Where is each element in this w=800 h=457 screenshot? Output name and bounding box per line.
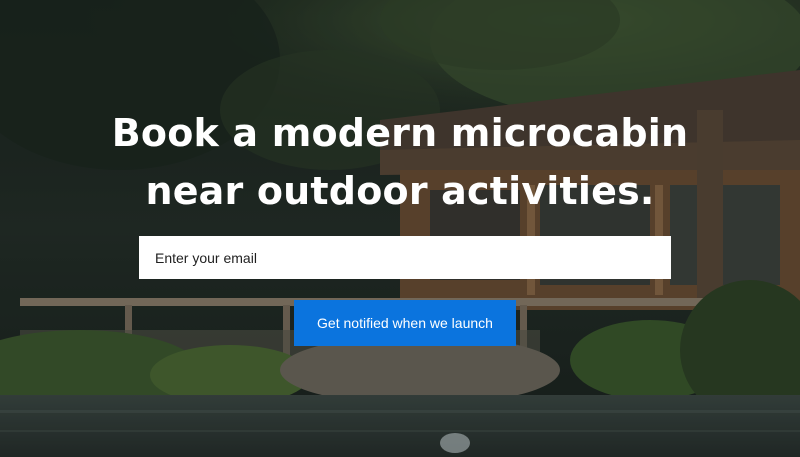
get-notified-button[interactable]: Get notified when we launch <box>294 300 516 346</box>
headline-line-1: Book a modern microcabin <box>111 111 689 155</box>
email-input[interactable] <box>139 236 671 279</box>
hero-overlay <box>0 0 800 457</box>
headline-line-2: near outdoor activities. <box>145 169 655 213</box>
hero-headline: Book a modern microcabin near outdoor ac… <box>0 104 800 220</box>
